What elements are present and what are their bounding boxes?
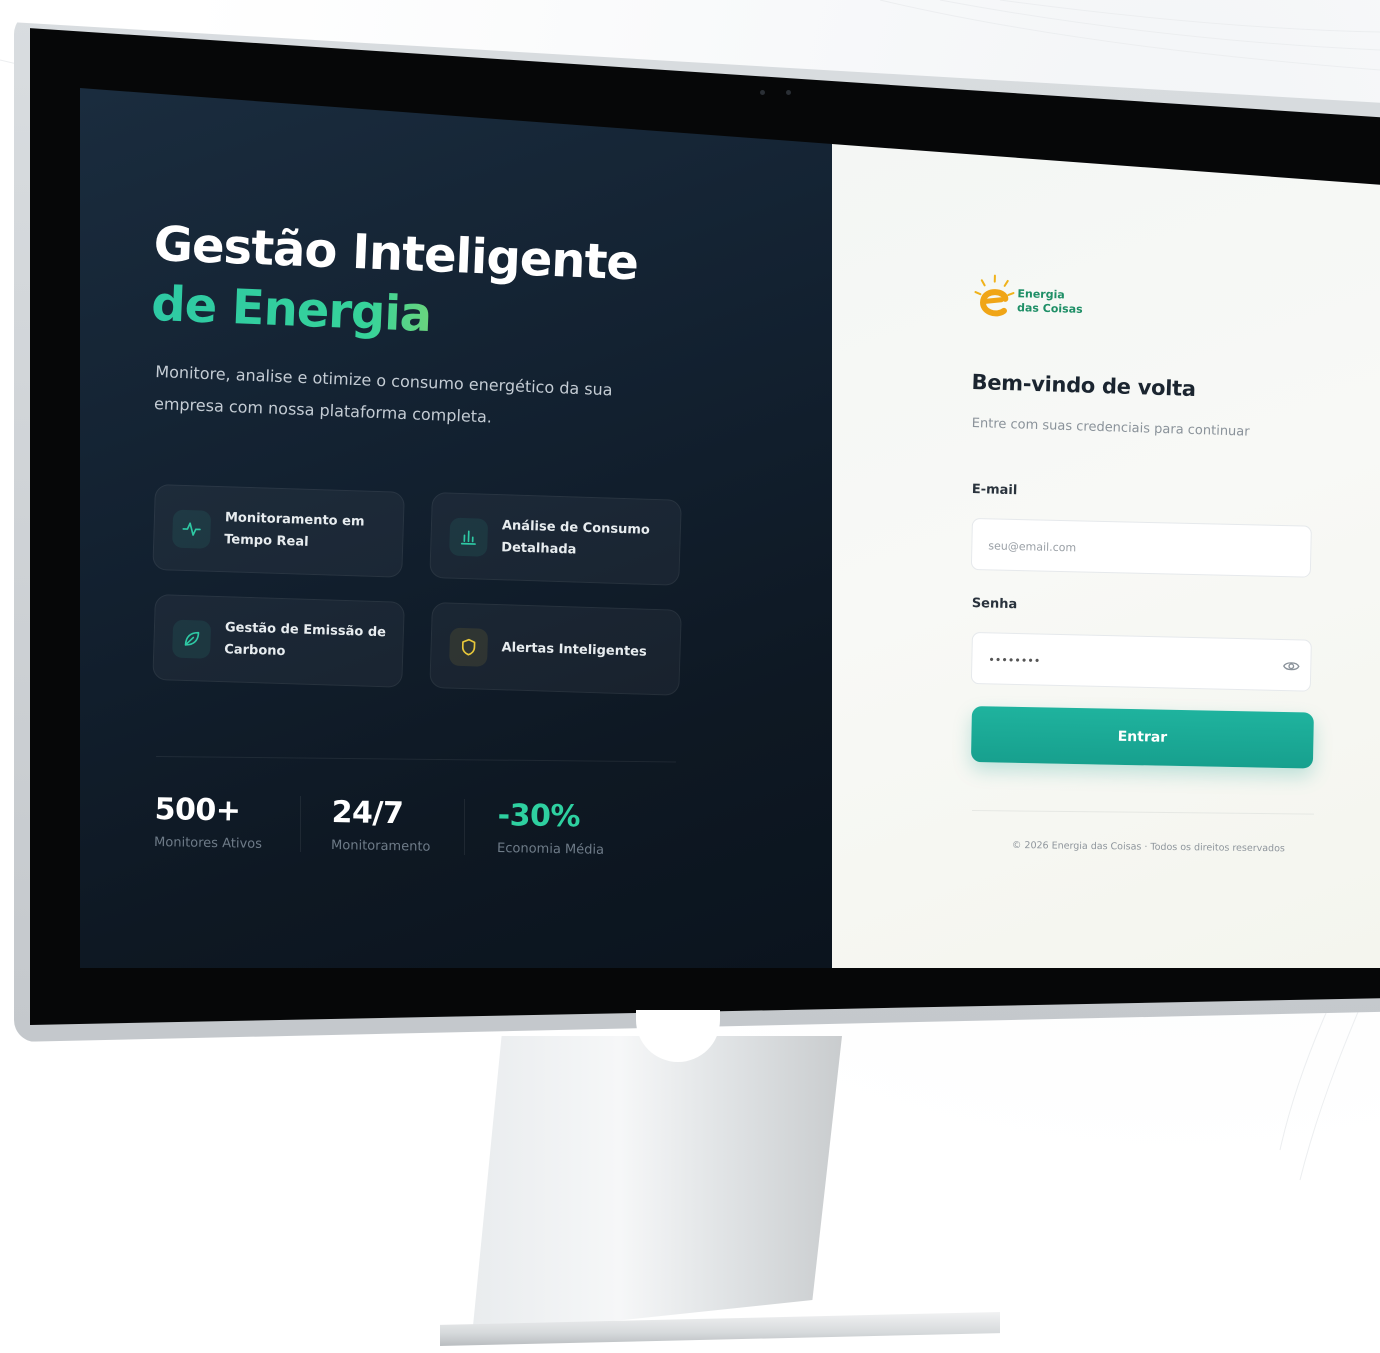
email-field[interactable]: [970, 518, 1312, 578]
stat-monitoring: 24/7 Monitoramento: [331, 795, 431, 855]
feature-card-analysis: Análise de Consumo Detalhada: [429, 492, 682, 586]
feature-label: Monitoramento em Tempo Real: [224, 510, 365, 550]
sun-e-logo-icon: [974, 274, 1015, 317]
email-label: E-mail: [971, 482, 1018, 499]
stat-savings: -30% Economia Média: [497, 798, 605, 858]
login-button[interactable]: Entrar: [970, 706, 1314, 769]
stat-label: Monitoramento: [330, 837, 431, 855]
password-input[interactable]: [986, 647, 1271, 678]
brand-name-line2: das Coisas: [1016, 301, 1083, 316]
stat-separator: [464, 799, 465, 855]
brand-name: Energia das Coisas: [1017, 287, 1083, 317]
email-input[interactable]: [986, 533, 1271, 564]
stat-value: 24/7: [331, 795, 404, 832]
footer-copyright: © 2026 Energia das Coisas · Todos os dir…: [1011, 840, 1285, 855]
brand-logo: Energia das Coisas: [971, 272, 1112, 330]
shield-icon: [449, 627, 489, 667]
hero-subtitle: Monitore, analise e otimize o consumo en…: [153, 361, 613, 427]
monitor-stand-neck: [472, 1036, 842, 1336]
screen: Gestão Inteligente de Energia Monitore, …: [80, 88, 1380, 968]
password-label: Senha: [971, 596, 1018, 613]
feature-card-alerts: Alertas Inteligentes: [429, 602, 682, 696]
stat-value: 500+: [154, 792, 241, 829]
feature-label: Gestão de Emissão de Carbono: [224, 620, 387, 660]
stat-label: Monitores Ativos: [153, 834, 263, 852]
leaf-icon: [172, 619, 212, 659]
feature-card-realtime: Monitoramento em Tempo Real: [152, 484, 405, 578]
mockup-stage: Gestão Inteligente de Energia Monitore, …: [0, 0, 1380, 1353]
bar-chart-icon: [449, 517, 489, 557]
eye-icon[interactable]: [1282, 657, 1300, 675]
login-title: Bem-vindo de volta: [971, 370, 1197, 402]
activity-icon: [172, 509, 212, 549]
password-field[interactable]: [970, 632, 1312, 692]
login-subtitle: Entre com suas credenciais para continua…: [971, 416, 1250, 440]
stat-label: Economia Média: [496, 840, 605, 858]
feature-card-carbon: Gestão de Emissão de Carbono: [152, 594, 405, 688]
camera-dot: [786, 90, 791, 95]
camera-dot: [760, 90, 765, 95]
feature-label: Alertas Inteligentes: [501, 640, 647, 660]
stat-value: -30%: [497, 798, 581, 835]
stat-separator: [300, 796, 301, 852]
stat-monitors: 500+ Monitores Ativos: [154, 792, 263, 852]
hero-title: Gestão Inteligente de Energia: [150, 214, 639, 353]
login-panel: Energia das Coisas Bem-vindo de volta En…: [832, 88, 1380, 968]
login-divider: [971, 810, 1314, 815]
hero-divider: [155, 756, 676, 763]
hero-panel: Gestão Inteligente de Energia Monitore, …: [80, 88, 832, 968]
feature-label: Análise de Consumo Detalhada: [501, 518, 651, 558]
